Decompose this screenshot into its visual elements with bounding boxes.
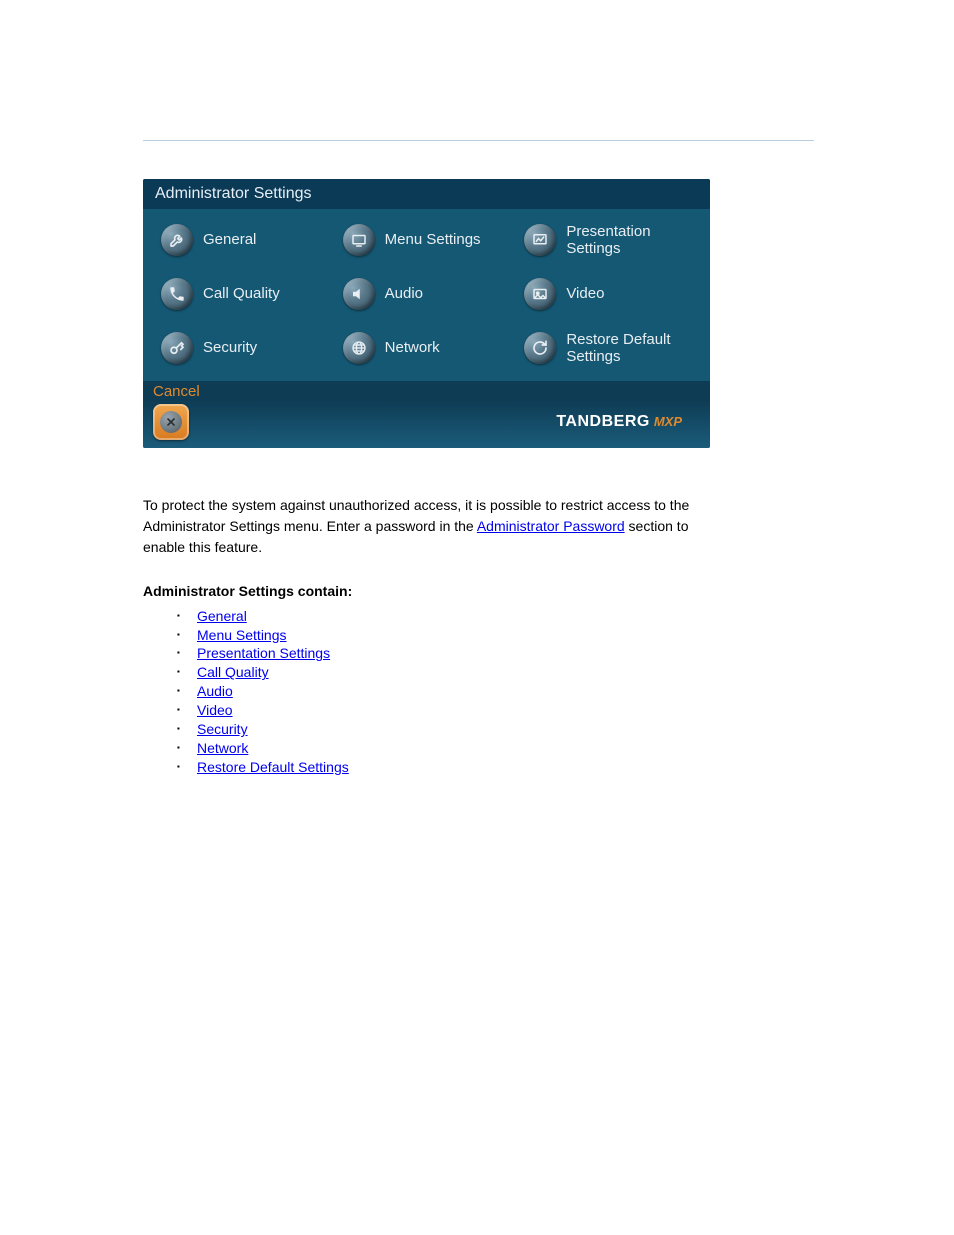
menu-item-label: Presentation Settings xyxy=(566,223,676,258)
list-item: Menu Settings xyxy=(177,626,814,645)
body-line2-prefix: Administrator Settings menu. Enter a pas… xyxy=(143,518,477,534)
menu-item-network[interactable]: Network xyxy=(343,327,521,369)
list-item: Video xyxy=(177,701,814,720)
menu-item-label: Call Quality xyxy=(203,285,280,302)
section-rule xyxy=(143,140,814,141)
link-presentation-settings[interactable]: Presentation Settings xyxy=(197,645,330,661)
menu-item-label: Restore Default Settings xyxy=(566,331,676,366)
body-line2-suffix: section to xyxy=(625,518,689,534)
refresh-icon xyxy=(524,332,556,364)
link-security[interactable]: Security xyxy=(197,721,248,737)
key-icon xyxy=(161,332,193,364)
list-item: Call Quality xyxy=(177,663,814,682)
cancel-label: Cancel xyxy=(143,381,710,400)
menu-item-label: Audio xyxy=(385,285,423,302)
menu-item-menu-settings[interactable]: Menu Settings xyxy=(343,219,521,261)
body-paragraph: To protect the system against unauthoriz… xyxy=(143,496,814,557)
menu-item-restore-defaults[interactable]: Restore Default Settings xyxy=(524,327,702,369)
list-item: Audio xyxy=(177,682,814,701)
link-call-quality[interactable]: Call Quality xyxy=(197,664,269,680)
cancel-button[interactable] xyxy=(153,404,189,440)
link-restore-defaults[interactable]: Restore Default Settings xyxy=(197,759,349,775)
wrench-icon xyxy=(161,224,193,256)
speaker-icon xyxy=(343,278,375,310)
menu-item-label: Security xyxy=(203,339,257,356)
menu-item-label: Menu Settings xyxy=(385,231,481,248)
list-item: Security xyxy=(177,720,814,739)
panel-grid: General Menu Settings Presentation Setti… xyxy=(143,209,710,381)
list-item: Network xyxy=(177,739,814,758)
menu-item-presentation-settings[interactable]: Presentation Settings xyxy=(524,219,702,261)
panel-title: Administrator Settings xyxy=(143,179,710,209)
link-general[interactable]: General xyxy=(197,608,247,624)
menu-item-label: Network xyxy=(385,339,440,356)
admin-password-link[interactable]: Administrator Password xyxy=(477,518,625,534)
link-audio[interactable]: Audio xyxy=(197,683,233,699)
brand-main: TANDBERG xyxy=(556,413,649,431)
menu-item-general[interactable]: General xyxy=(161,219,339,261)
subheading: Administrator Settings contain: xyxy=(143,583,814,599)
link-network[interactable]: Network xyxy=(197,740,248,756)
menu-item-label: Video xyxy=(566,285,604,302)
menu-item-audio[interactable]: Audio xyxy=(343,273,521,315)
brand-sub: MXP xyxy=(654,414,682,429)
link-menu-settings[interactable]: Menu Settings xyxy=(197,627,287,643)
admin-settings-panel: Administrator Settings General Menu Sett… xyxy=(143,179,710,448)
link-video[interactable]: Video xyxy=(197,702,233,718)
panel-footer: TANDBERG MXP xyxy=(143,400,710,448)
menu-item-security[interactable]: Security xyxy=(161,327,339,369)
globe-icon xyxy=(343,332,375,364)
monitor-icon xyxy=(343,224,375,256)
link-list: General Menu Settings Presentation Setti… xyxy=(143,607,814,777)
image-icon xyxy=(524,278,556,310)
body-line3: enable this feature. xyxy=(143,539,262,555)
body-line1: To protect the system against unauthoriz… xyxy=(143,497,689,513)
phone-icon xyxy=(161,278,193,310)
list-item: Presentation Settings xyxy=(177,644,814,663)
menu-item-label: General xyxy=(203,231,256,248)
list-item: Restore Default Settings xyxy=(177,758,814,777)
brand-logo: TANDBERG MXP xyxy=(556,413,682,431)
menu-item-call-quality[interactable]: Call Quality xyxy=(161,273,339,315)
list-item: General xyxy=(177,607,814,626)
menu-item-video[interactable]: Video xyxy=(524,273,702,315)
chart-icon xyxy=(524,224,556,256)
close-icon xyxy=(160,411,182,433)
